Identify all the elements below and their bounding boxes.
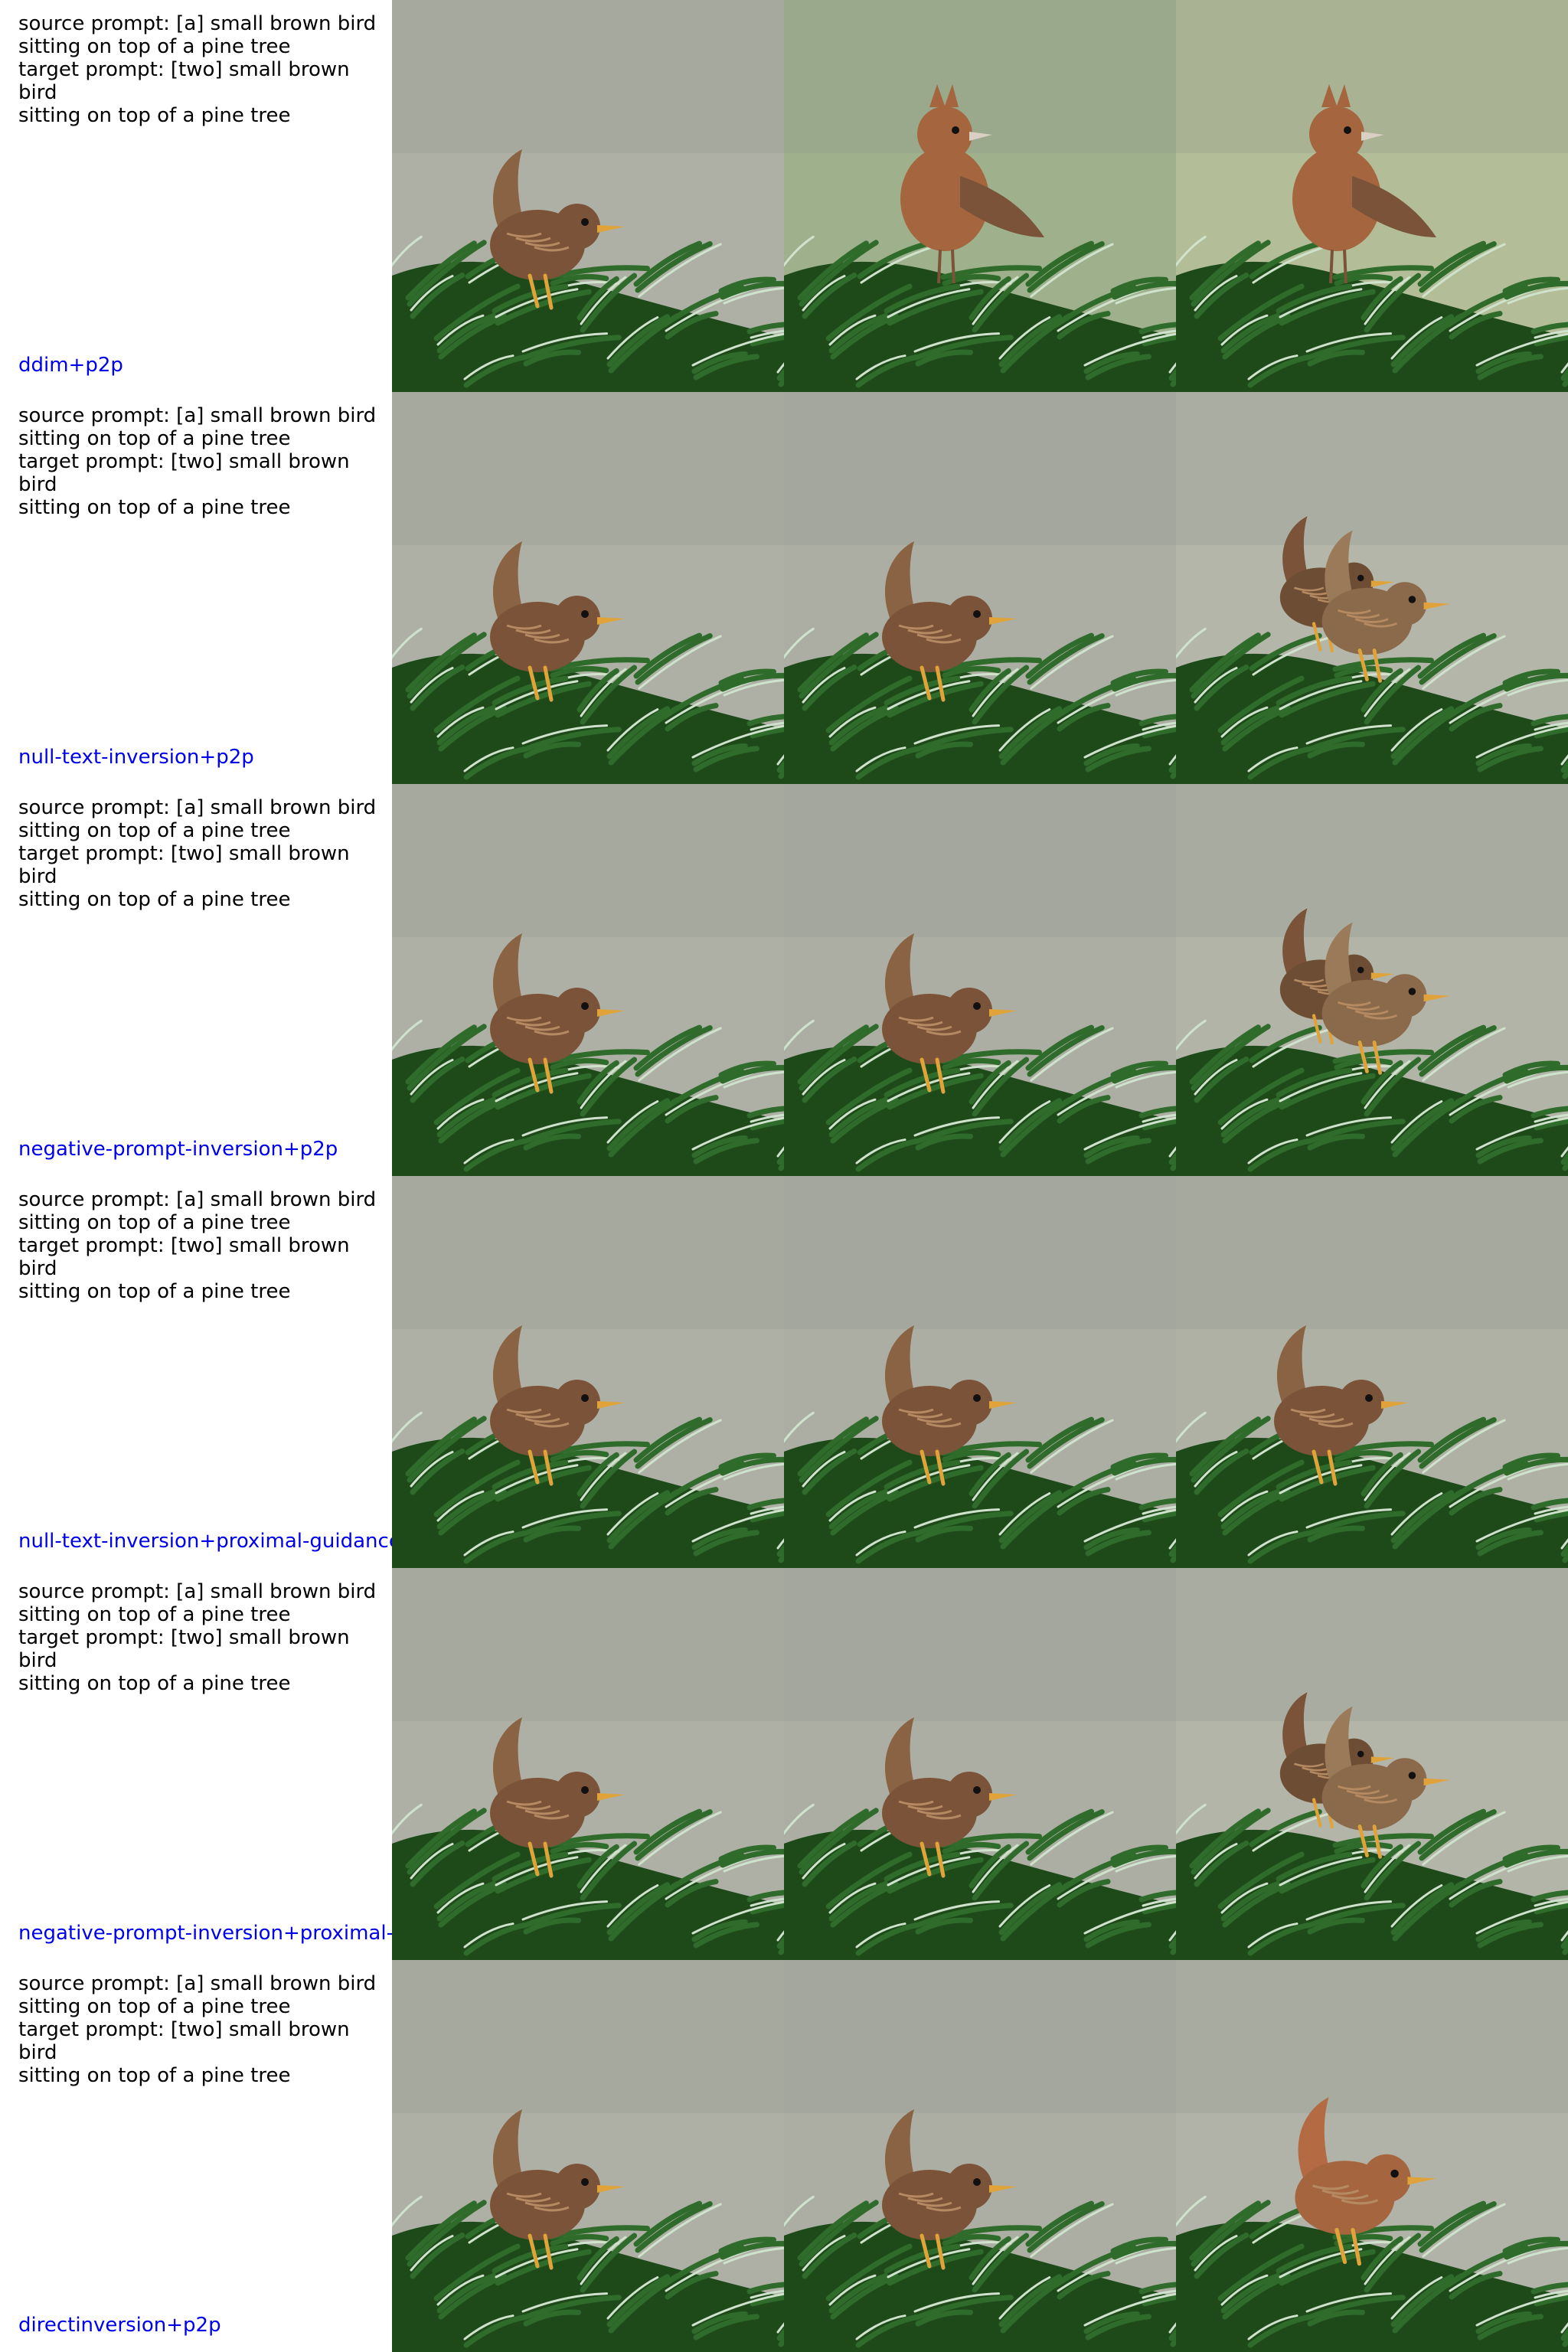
wren-on-pine-reconstruction-icon <box>784 1568 1176 1960</box>
edited-image <box>1176 1176 1568 1568</box>
crested-bird-on-pine-reconstruction-icon <box>784 0 1176 392</box>
reconstruction-image <box>784 392 1176 784</box>
row-caption: source prompt: [a] small brown bird sitt… <box>0 1568 392 1960</box>
source-prompt-line-2: sitting on top of a pine tree <box>18 1995 291 2018</box>
two-birds-on-pine-edit-icon <box>1176 1568 1568 1960</box>
wren-on-pine-source-icon <box>392 1960 784 2352</box>
prompt-text: source prompt: [a] small brown bird sitt… <box>18 796 386 911</box>
row-caption: source prompt: [a] small brown bird sitt… <box>0 0 392 392</box>
source-prompt-line-1: source prompt: [a] small brown bird <box>18 1580 377 1603</box>
target-prompt-line-1: target prompt: [two] small brown bird <box>18 842 350 888</box>
source-image <box>392 784 784 1176</box>
method-label: null-text-inversion+proximal-guidance <box>18 1530 392 1553</box>
method-row-negative-prompt-inversion-p2p: source prompt: [a] small brown bird sitt… <box>0 784 1568 1176</box>
source-prompt-line-1: source prompt: [a] small brown bird <box>18 12 377 35</box>
source-image <box>392 1176 784 1568</box>
source-image <box>392 392 784 784</box>
reconstruction-image <box>784 1568 1176 1960</box>
prompt-text: source prompt: [a] small brown bird sitt… <box>18 1580 386 1695</box>
target-prompt-line-2: sitting on top of a pine tree <box>18 1672 291 1695</box>
target-prompt-line-1: target prompt: [two] small brown bird <box>18 2018 350 2064</box>
method-row-null-text-inversion-p2p: source prompt: [a] small brown bird sitt… <box>0 392 1568 784</box>
row-caption: source prompt: [a] small brown bird sitt… <box>0 784 392 1176</box>
target-prompt-line-2: sitting on top of a pine tree <box>18 888 291 911</box>
source-prompt-line-1: source prompt: [a] small brown bird <box>18 1972 377 1995</box>
prompt-text: source prompt: [a] small brown bird sitt… <box>18 12 386 127</box>
source-prompt-line-2: sitting on top of a pine tree <box>18 35 291 58</box>
wren-on-pine-reconstruction-icon <box>784 1176 1176 1568</box>
comparison-grid: source prompt: [a] small brown bird sitt… <box>0 0 1568 2352</box>
two-birds-on-pine-edit-icon <box>1176 392 1568 784</box>
target-prompt-line-1: target prompt: [two] small brown bird <box>18 1234 350 1280</box>
source-prompt-line-1: source prompt: [a] small brown bird <box>18 404 377 427</box>
edited-image <box>1176 392 1568 784</box>
method-label: null-text-inversion+p2p <box>18 746 254 769</box>
wren-on-pine-source-icon <box>392 0 784 392</box>
method-label: negative-prompt-inversion+p2p <box>18 1138 338 1161</box>
source-prompt-line-2: sitting on top of a pine tree <box>18 1211 291 1234</box>
target-prompt-line-1: target prompt: [two] small brown bird <box>18 58 350 104</box>
two-birds-on-pine-edit-icon <box>1176 784 1568 1176</box>
crested-bird-on-pine-edit-icon <box>1176 0 1568 392</box>
reconstruction-image <box>784 1176 1176 1568</box>
rufous-wren-on-pine-edit-icon <box>1176 1960 1568 2352</box>
wren-on-pine-reconstruction-icon <box>784 784 1176 1176</box>
wren-on-pine-edit-icon <box>1176 1176 1568 1568</box>
reconstruction-image <box>784 784 1176 1176</box>
target-prompt-line-2: sitting on top of a pine tree <box>18 104 291 127</box>
source-prompt-line-2: sitting on top of a pine tree <box>18 427 291 450</box>
wren-on-pine-source-icon <box>392 1176 784 1568</box>
target-prompt-line-2: sitting on top of a pine tree <box>18 1280 291 1303</box>
method-row-negative-prompt-inversion-proximal-guidance: source prompt: [a] small brown bird sitt… <box>0 1568 1568 1960</box>
target-prompt-line-2: sitting on top of a pine tree <box>18 2064 291 2087</box>
source-prompt-line-2: sitting on top of a pine tree <box>18 819 291 842</box>
source-image <box>392 0 784 392</box>
wren-on-pine-reconstruction-icon <box>784 392 1176 784</box>
method-label: ddim+p2p <box>18 354 123 377</box>
edited-image <box>1176 784 1568 1176</box>
edited-image <box>1176 1568 1568 1960</box>
row-caption: source prompt: [a] small brown bird sitt… <box>0 392 392 784</box>
method-row-directinversion-p2p: source prompt: [a] small brown bird sitt… <box>0 1960 1568 2352</box>
target-prompt-line-1: target prompt: [two] small brown bird <box>18 1626 350 1672</box>
source-prompt-line-1: source prompt: [a] small brown bird <box>18 1188 377 1211</box>
row-caption: source prompt: [a] small brown bird sitt… <box>0 1176 392 1568</box>
method-label: directinversion+p2p <box>18 2314 221 2337</box>
reconstruction-image <box>784 0 1176 392</box>
source-prompt-line-1: source prompt: [a] small brown bird <box>18 796 377 819</box>
method-row-null-text-inversion-proximal-guidance: source prompt: [a] small brown bird sitt… <box>0 1176 1568 1568</box>
prompt-text: source prompt: [a] small brown bird sitt… <box>18 1972 386 2087</box>
source-image <box>392 1960 784 2352</box>
edited-image <box>1176 1960 1568 2352</box>
target-prompt-line-1: target prompt: [two] small brown bird <box>18 450 350 496</box>
wren-on-pine-source-icon <box>392 1568 784 1960</box>
source-prompt-line-2: sitting on top of a pine tree <box>18 1603 291 1626</box>
prompt-text: source prompt: [a] small brown bird sitt… <box>18 1188 386 1303</box>
wren-on-pine-reconstruction-icon <box>784 1960 1176 2352</box>
edited-image <box>1176 0 1568 392</box>
source-image <box>392 1568 784 1960</box>
method-label: negative-prompt-inversion+proximal-g <box>18 1922 392 1945</box>
target-prompt-line-2: sitting on top of a pine tree <box>18 496 291 519</box>
method-row-ddim-p2p: source prompt: [a] small brown bird sitt… <box>0 0 1568 392</box>
prompt-text: source prompt: [a] small brown bird sitt… <box>18 404 386 519</box>
row-caption: source prompt: [a] small brown bird sitt… <box>0 1960 392 2352</box>
wren-on-pine-source-icon <box>392 392 784 784</box>
reconstruction-image <box>784 1960 1176 2352</box>
wren-on-pine-source-icon <box>392 784 784 1176</box>
